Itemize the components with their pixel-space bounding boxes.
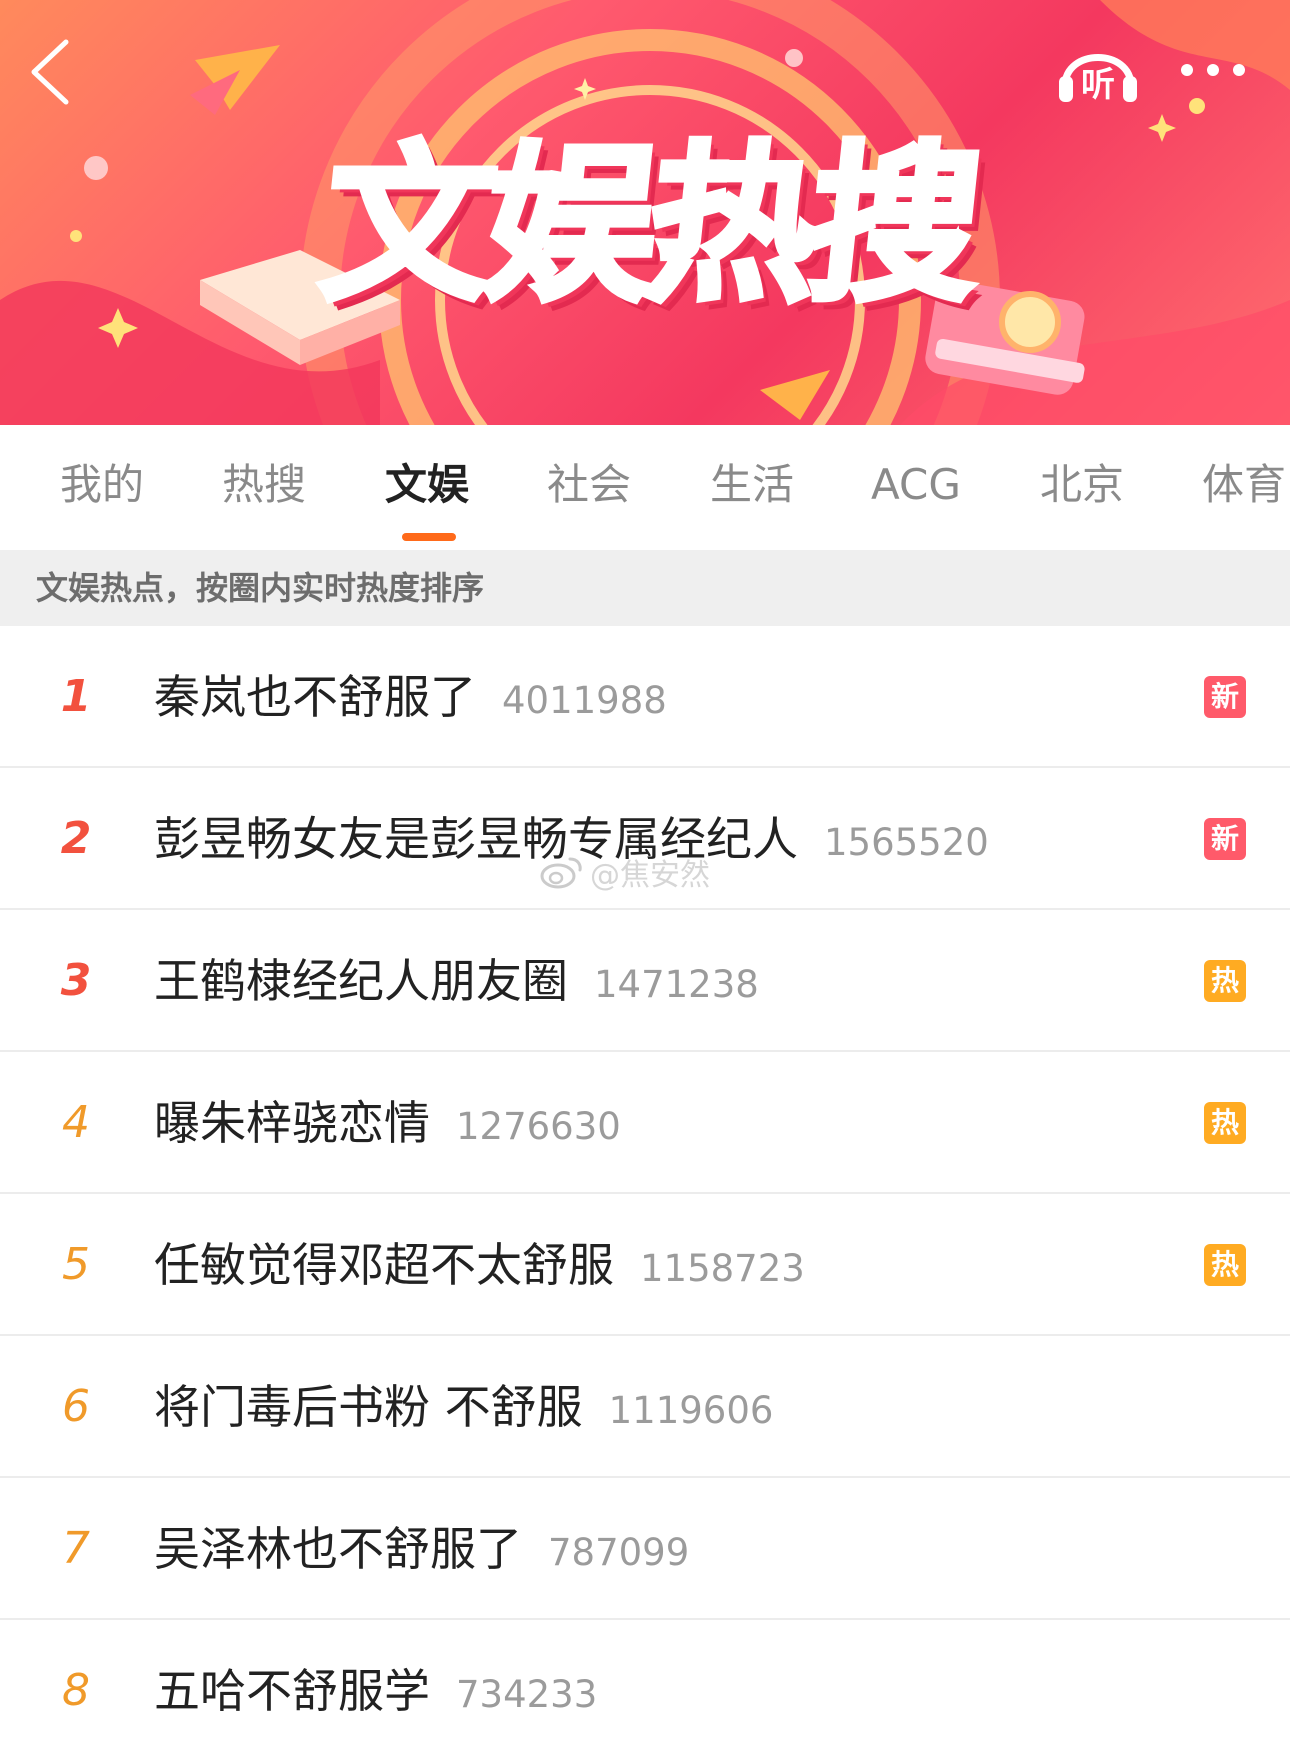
more-button[interactable] [1175, 50, 1255, 90]
heat-count: 1471238 [594, 963, 759, 1006]
page-title: 文娱热搜 [311, 124, 986, 328]
listen-label: 听 [1081, 65, 1115, 105]
topic-title[interactable]: 秦岚也不舒服了 [154, 668, 476, 726]
heat-count: 1119606 [608, 1389, 774, 1432]
chevron-left-icon [31, 39, 69, 105]
list-item[interactable]: 4 曝朱梓骁恋情 1276630 热 [0, 1052, 1290, 1194]
heat-count: 4011988 [502, 679, 667, 722]
more-dots-icon [1181, 64, 1245, 76]
tab-acg[interactable]: ACG [871, 455, 961, 515]
rank-number: 5 [62, 1239, 90, 1290]
category-tabs: 我的 热搜 文娱 社会 生活 ACG 北京 体育 [0, 425, 1290, 550]
topic-title[interactable]: 将门毒后书粉 不舒服 [154, 1378, 583, 1436]
topic-title[interactable]: 五哈不舒服学 [154, 1662, 430, 1720]
tab-hot-search[interactable]: 热搜 [222, 455, 306, 515]
list-item[interactable]: 6 将门毒后书粉 不舒服 1119606 [0, 1336, 1290, 1478]
active-tab-indicator [402, 533, 456, 541]
section-description-text: 文娱热点，按圈内实时热度排序 [36, 569, 485, 607]
hot-badge: 热 [1204, 1102, 1246, 1144]
rank-number: 4 [62, 1097, 90, 1148]
section-description: 文娱热点，按圈内实时热度排序 [0, 550, 1290, 626]
listen-button[interactable]: 听 [1055, 34, 1141, 106]
tab-society[interactable]: 社会 [547, 455, 631, 515]
topic-title[interactable]: 彭昱畅女友是彭昱畅专属经纪人 [154, 810, 798, 868]
header-banner: 文娱热搜 听 [0, 0, 1290, 425]
heat-count: 1565520 [824, 821, 989, 864]
topic-title[interactable]: 任敏觉得邓超不太舒服 [154, 1236, 614, 1294]
topic-title[interactable]: 曝朱梓骁恋情 [154, 1094, 430, 1152]
hot-badge: 热 [1204, 960, 1246, 1002]
heat-count: 1276630 [456, 1105, 621, 1148]
back-button[interactable] [22, 36, 82, 108]
list-item[interactable]: 1 秦岚也不舒服了 4011988 新 [0, 626, 1290, 768]
new-badge: 新 [1204, 676, 1246, 718]
new-badge: 新 [1204, 818, 1246, 860]
hot-search-list: 1 秦岚也不舒服了 4011988 新 2 彭昱畅女友是彭昱畅专属经纪人 156… [0, 626, 1290, 1753]
list-item[interactable]: 7 吴泽林也不舒服了 787099 [0, 1478, 1290, 1620]
heat-count: 1158723 [640, 1247, 805, 1290]
heat-count: 787099 [548, 1531, 690, 1574]
list-item[interactable]: 5 任敏觉得邓超不太舒服 1158723 热 [0, 1194, 1290, 1336]
rank-number: 1 [60, 671, 92, 722]
headphones-icon: 听 [1059, 54, 1137, 105]
list-item[interactable]: 2 彭昱畅女友是彭昱畅专属经纪人 1565520 新 [0, 768, 1290, 910]
list-item[interactable]: 8 五哈不舒服学 734233 [0, 1620, 1290, 1753]
rank-number: 7 [62, 1523, 90, 1574]
tab-entertainment[interactable]: 文娱 [385, 455, 469, 515]
heat-count: 734233 [456, 1673, 598, 1716]
rank-number: 3 [60, 955, 92, 1006]
list-item[interactable]: 3 王鹤棣经纪人朋友圈 1471238 热 [0, 910, 1290, 1052]
topic-title[interactable]: 吴泽林也不舒服了 [154, 1520, 522, 1578]
rank-number: 8 [62, 1665, 90, 1716]
hot-badge: 热 [1204, 1244, 1246, 1286]
tab-mine[interactable]: 我的 [60, 455, 144, 515]
topic-title[interactable]: 王鹤棣经纪人朋友圈 [154, 952, 568, 1010]
tab-sports[interactable]: 体育 [1202, 455, 1286, 515]
tab-beijing[interactable]: 北京 [1040, 455, 1124, 515]
rank-number: 2 [60, 813, 92, 864]
page: 文娱热搜 听 我的 热搜 文娱 社会 生活 ACG 北京 体育 文娱热点，按圈内… [0, 0, 1290, 1753]
tab-life[interactable]: 生活 [710, 455, 794, 515]
rank-number: 6 [62, 1381, 90, 1432]
